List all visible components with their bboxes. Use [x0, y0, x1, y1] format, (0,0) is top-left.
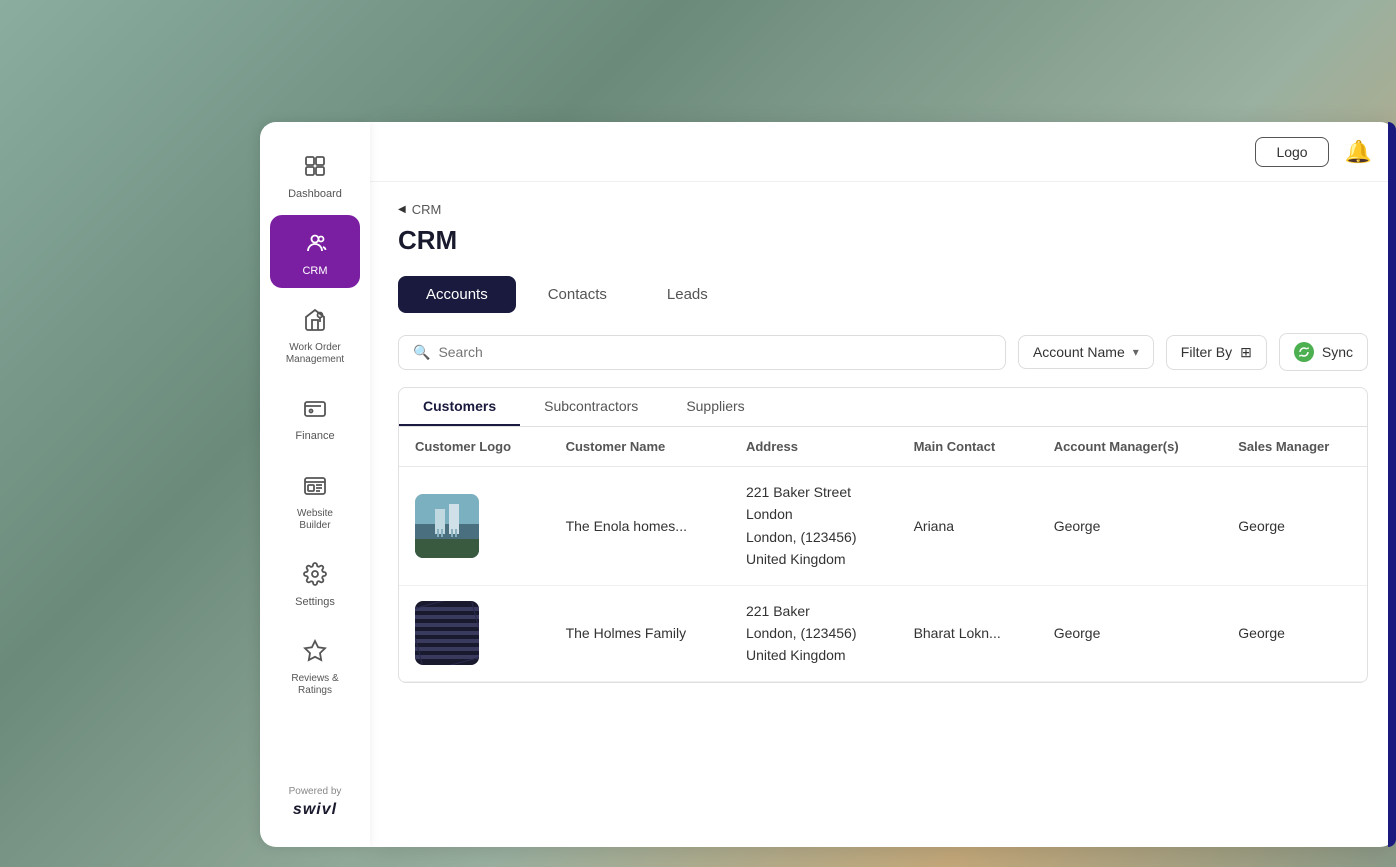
- sidebar-item-finance-label: Finance: [295, 430, 334, 443]
- sidebar-item-crm[interactable]: CRM: [270, 215, 360, 288]
- right-panel: [1388, 122, 1396, 847]
- logo-button[interactable]: Logo: [1255, 137, 1328, 167]
- sidebar-item-website-builder-label: Website Builder: [282, 508, 348, 532]
- sidebar-item-settings-label: Settings: [295, 596, 335, 609]
- col-name: Customer Name: [550, 427, 730, 467]
- row1-name: The Enola homes...: [550, 467, 730, 586]
- sidebar-item-dashboard[interactable]: Dashboard: [270, 138, 360, 211]
- search-input[interactable]: [438, 344, 991, 360]
- customer-logo-1: [415, 494, 479, 558]
- row2-account-manager: George: [1038, 585, 1223, 681]
- col-contact: Main Contact: [898, 427, 1038, 467]
- search-box: 🔍: [398, 335, 1006, 370]
- dropdown-label: Account Name: [1033, 344, 1125, 360]
- top-header: Logo 🔔: [370, 122, 1396, 182]
- filter-icon: ⊞: [1240, 344, 1252, 361]
- website-builder-icon: [297, 468, 333, 504]
- brand-logo: swivl: [293, 801, 337, 819]
- customers-table: Customer Logo Customer Name Address Main…: [399, 427, 1367, 682]
- col-logo: Customer Logo: [399, 427, 550, 467]
- sidebar-item-finance[interactable]: Finance: [270, 380, 360, 453]
- row1-addr2: London: [746, 503, 882, 525]
- row1-account-manager: George: [1038, 467, 1223, 586]
- sub-tabs: Customers Subcontractors Suppliers: [399, 388, 1367, 427]
- col-address: Address: [730, 427, 898, 467]
- filter-label: Filter By: [1181, 344, 1232, 360]
- sub-tab-subcontractors[interactable]: Subcontractors: [520, 388, 662, 426]
- crm-icon: [297, 225, 333, 261]
- sidebar-item-crm-label: CRM: [302, 265, 327, 278]
- col-sales-manager: Sales Manager: [1222, 427, 1367, 467]
- row1-address: 221 Baker Street London London, (123456)…: [730, 467, 898, 586]
- col-account-manager: Account Manager(s): [1038, 427, 1223, 467]
- table-container: Customers Subcontractors Suppliers Custo…: [398, 387, 1368, 683]
- row1-contact: Ariana: [898, 467, 1038, 586]
- breadcrumb-arrow: ◀: [398, 204, 406, 215]
- search-icon: 🔍: [413, 344, 430, 361]
- sync-label: Sync: [1322, 344, 1353, 360]
- powered-by-text: Powered by: [289, 786, 342, 797]
- filter-by-button[interactable]: Filter By ⊞: [1166, 335, 1267, 370]
- row2-name: The Holmes Family: [550, 585, 730, 681]
- sidebar-item-reviews-label: Reviews & Ratings: [282, 673, 348, 697]
- sidebar-item-settings[interactable]: Settings: [270, 546, 360, 619]
- settings-icon: [297, 556, 333, 592]
- row2-logo: [399, 585, 550, 681]
- row2-address: 221 Baker London, (123456) United Kingdo…: [730, 585, 898, 681]
- sidebar-item-website-builder[interactable]: Website Builder: [270, 458, 360, 542]
- page-title: CRM: [398, 225, 1368, 256]
- finance-icon: [297, 390, 333, 426]
- chevron-down-icon: ▾: [1133, 345, 1139, 359]
- sidebar-item-work-order-label: Work Order Management: [282, 342, 348, 366]
- sidebar-item-reviews[interactable]: Reviews & Ratings: [270, 623, 360, 707]
- tab-contacts[interactable]: Contacts: [520, 276, 635, 313]
- sync-button[interactable]: Sync: [1279, 333, 1368, 371]
- row1-addr4: United Kingdom: [746, 548, 882, 570]
- bell-button[interactable]: 🔔: [1345, 139, 1372, 165]
- account-name-dropdown[interactable]: Account Name ▾: [1018, 335, 1154, 369]
- row1-sales-manager: George: [1222, 467, 1367, 586]
- row2-sales-manager: George: [1222, 585, 1367, 681]
- powered-by-section: Powered by swivl: [277, 774, 354, 831]
- row2-addr1: 221 Baker: [746, 600, 882, 622]
- sidebar-item-dashboard-label: Dashboard: [288, 188, 342, 201]
- row2-addr3: United Kingdom: [746, 644, 882, 666]
- sidebar-item-work-order[interactable]: Work Order Management: [270, 292, 360, 376]
- dashboard-icon: [297, 148, 333, 184]
- row1-addr3: London, (123456): [746, 526, 882, 548]
- tab-accounts[interactable]: Accounts: [398, 276, 516, 313]
- row2-contact: Bharat Lokn...: [898, 585, 1038, 681]
- sub-tab-suppliers[interactable]: Suppliers: [662, 388, 768, 426]
- table-row[interactable]: The Holmes Family 221 Baker London, (123…: [399, 585, 1367, 681]
- main-tabs: Accounts Contacts Leads: [398, 276, 1368, 313]
- tab-leads[interactable]: Leads: [639, 276, 736, 313]
- breadcrumb: ◀ CRM: [398, 202, 1368, 217]
- row1-addr1: 221 Baker Street: [746, 481, 882, 503]
- table-row[interactable]: The Enola homes... 221 Baker Street Lond…: [399, 467, 1367, 586]
- breadcrumb-parent[interactable]: CRM: [412, 202, 442, 217]
- row2-addr2: London, (123456): [746, 622, 882, 644]
- sub-tab-customers[interactable]: Customers: [399, 388, 520, 426]
- customer-logo-2: [415, 601, 479, 665]
- sync-dot: [1294, 342, 1314, 362]
- reviews-icon: [297, 633, 333, 669]
- work-order-icon: [297, 302, 333, 338]
- search-filter-row: 🔍 Account Name ▾ Filter By ⊞: [398, 333, 1368, 371]
- content-area: ◀ CRM CRM Accounts Contacts Leads 🔍 Acco…: [370, 182, 1396, 847]
- row1-logo: [399, 467, 550, 586]
